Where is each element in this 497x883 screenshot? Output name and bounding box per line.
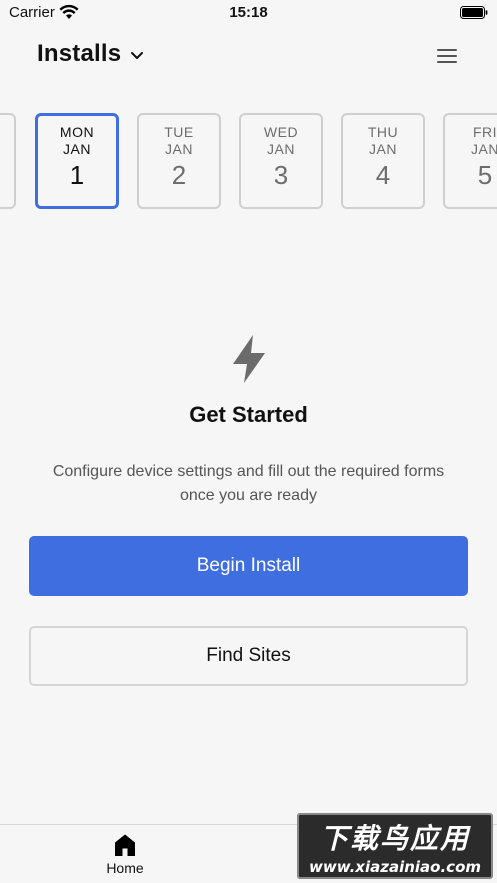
home-icon	[115, 834, 135, 856]
day-card-wed-3[interactable]: WED JAN 3	[239, 113, 323, 209]
battery-icon	[460, 6, 488, 19]
get-started-heading: Get Started	[189, 402, 308, 427]
find-sites-button[interactable]: Find Sites	[29, 626, 468, 686]
day-number: 1	[69, 160, 85, 190]
day-card-thu-4[interactable]: THU JAN 4	[341, 113, 425, 209]
chevron-down-icon	[131, 52, 144, 59]
watermark-title: 下载鸟应用	[319, 822, 470, 855]
lightning-bolt-icon	[233, 335, 265, 383]
day-month: JAN	[165, 141, 193, 157]
day-number: 4	[375, 160, 391, 190]
watermark-logo: 下载鸟应用 www.xiazainiao.com	[297, 813, 493, 879]
day-card-fri-5[interactable]: FRI JAN 5	[443, 113, 497, 209]
get-started-description: Configure device settings and fill out t…	[52, 463, 445, 504]
day-number: 5	[477, 160, 493, 190]
day-number: 3	[273, 160, 289, 190]
header: Installs	[0, 40, 497, 76]
day-month: JAN	[63, 141, 91, 157]
day-number: 2	[171, 160, 187, 190]
day-weekday: MON	[59, 124, 95, 140]
hamburger-menu-icon[interactable]	[437, 48, 457, 64]
day-weekday: FRI	[472, 124, 497, 140]
day-card-mon-1[interactable]: MON JAN 1	[35, 113, 119, 209]
page-title: Installs	[37, 40, 122, 67]
day-weekday: THU	[367, 124, 399, 140]
title-dropdown[interactable]: Installs	[37, 40, 145, 68]
day-month: JAN	[369, 141, 397, 157]
watermark-url: www.xiazainiao.com	[308, 858, 482, 876]
begin-install-button[interactable]: Begin Install	[29, 536, 468, 596]
status-time: 15:18	[229, 4, 268, 21]
day-month: JAN	[471, 141, 497, 157]
tab-home-label: Home	[106, 860, 144, 876]
day-card-previous[interactable]	[0, 113, 16, 209]
day-card-tue-2[interactable]: TUE JAN 2	[137, 113, 221, 209]
day-weekday: TUE	[164, 124, 194, 140]
tab-home[interactable]: Home	[95, 833, 155, 876]
date-strip: MON JAN 1 TUE JAN 2 WED JAN 3 THU JAN 4 …	[0, 113, 497, 211]
day-weekday: WED	[263, 124, 299, 140]
status-bar: Carrier 15:18	[0, 0, 497, 28]
day-month: JAN	[267, 141, 295, 157]
